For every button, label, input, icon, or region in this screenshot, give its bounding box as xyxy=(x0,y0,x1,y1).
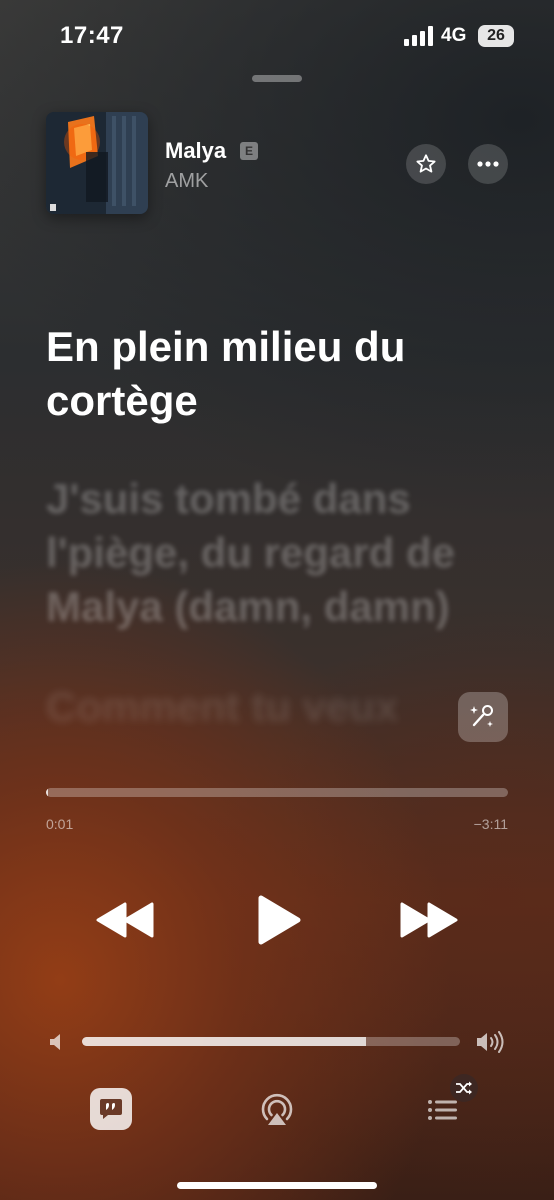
track-title[interactable]: Malya xyxy=(165,138,226,164)
airplay-icon xyxy=(261,1093,293,1125)
more-button[interactable] xyxy=(468,144,508,184)
elapsed-time: 0:01 xyxy=(46,816,74,832)
shuffle-badge[interactable] xyxy=(450,1074,478,1102)
volume-high-button[interactable] xyxy=(474,1028,508,1056)
playback-progress-fill xyxy=(46,788,49,797)
shuffle-icon xyxy=(456,1081,472,1095)
artist-name[interactable]: AMK xyxy=(165,170,208,193)
favorite-button[interactable] xyxy=(406,144,446,184)
sheet-grabber[interactable] xyxy=(252,75,302,82)
volume-level-fill xyxy=(82,1037,366,1046)
remaining-time: −3:11 xyxy=(473,816,508,832)
signal-icon xyxy=(404,26,433,46)
home-indicator[interactable] xyxy=(177,1182,377,1189)
speaker-icon xyxy=(50,1034,60,1050)
speaker-wave-icon xyxy=(477,1031,504,1053)
network-type: 4G xyxy=(441,25,467,46)
explicit-badge: E xyxy=(240,142,258,160)
list-icon xyxy=(428,1100,457,1120)
forward-button[interactable] xyxy=(398,896,460,944)
sing-button[interactable] xyxy=(458,692,508,742)
play-icon xyxy=(258,895,301,945)
album-art-graphic xyxy=(46,112,148,214)
lyrics-button[interactable] xyxy=(90,1088,132,1130)
forward-icon xyxy=(400,902,458,938)
quote-bubble-icon xyxy=(100,1099,122,1119)
lyric-line-active[interactable]: En plein milieu du cortège xyxy=(46,320,486,428)
battery-icon: 26 xyxy=(478,25,514,47)
ellipsis-icon xyxy=(477,161,499,167)
status-time: 17:47 xyxy=(60,22,124,49)
star-icon xyxy=(416,154,436,173)
play-button[interactable] xyxy=(252,890,306,950)
status-bar: 17:47 4G 26 xyxy=(0,0,554,70)
volume-low-button[interactable] xyxy=(44,1030,68,1054)
backward-icon xyxy=(96,902,154,938)
microphone-sparkle-icon xyxy=(470,705,493,727)
lyric-line-next[interactable]: J'suis tombé dans l'piège, du regard de … xyxy=(46,472,516,634)
airplay-button[interactable] xyxy=(256,1090,298,1130)
volume-slider[interactable] xyxy=(82,1037,460,1046)
lyric-line-upcoming[interactable]: Comment tu veux xyxy=(46,680,446,734)
rewind-button[interactable] xyxy=(94,896,156,944)
album-artwork[interactable] xyxy=(46,112,148,214)
playback-scrubber[interactable] xyxy=(46,788,508,797)
